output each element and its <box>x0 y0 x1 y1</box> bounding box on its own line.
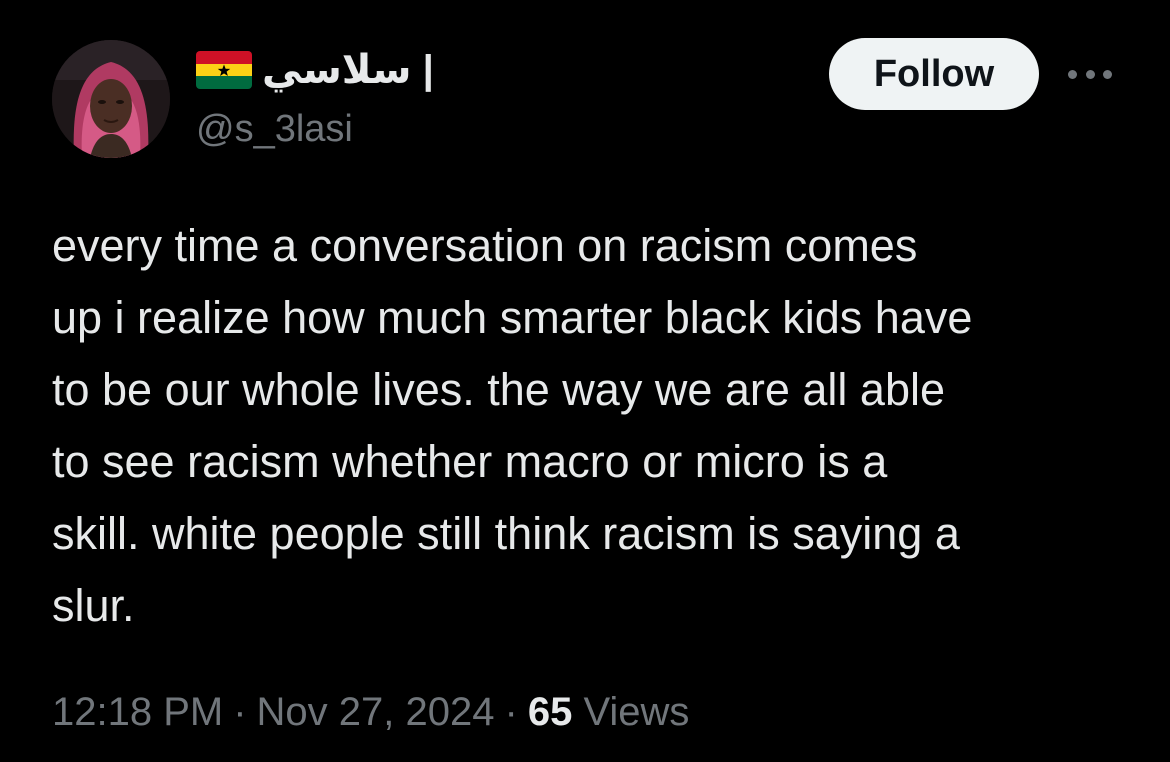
more-horizontal-icon[interactable] <box>1068 62 1112 86</box>
tweet-text: every time a conversation on racism come… <box>52 220 973 631</box>
more-dot <box>1068 69 1077 79</box>
tweet-meta: 12:18 PM · Nov 27, 2024 · 65 Views <box>52 684 689 740</box>
avatar[interactable] <box>52 40 170 158</box>
more-dot <box>1085 69 1095 79</box>
author-name-row[interactable]: سلاسي | <box>196 46 434 94</box>
author-handle[interactable]: @s_3lasi <box>196 106 353 152</box>
avatar-image <box>52 40 170 158</box>
tweet-time[interactable]: 12:18 PM <box>52 690 223 734</box>
meta-separator: · <box>233 690 247 734</box>
views-count: 65 <box>527 690 573 734</box>
ghana-flag-icon <box>196 51 252 89</box>
meta-separator: · <box>504 690 518 734</box>
views-label: Views <box>583 690 690 734</box>
tweet: سلاسي | @s_3lasi Follow every time a con… <box>0 0 1170 762</box>
author-display-name[interactable]: سلاسي | <box>262 46 434 94</box>
tweet-date[interactable]: Nov 27, 2024 <box>257 690 495 734</box>
follow-button[interactable]: Follow <box>829 38 1039 110</box>
more-dot <box>1103 69 1112 79</box>
